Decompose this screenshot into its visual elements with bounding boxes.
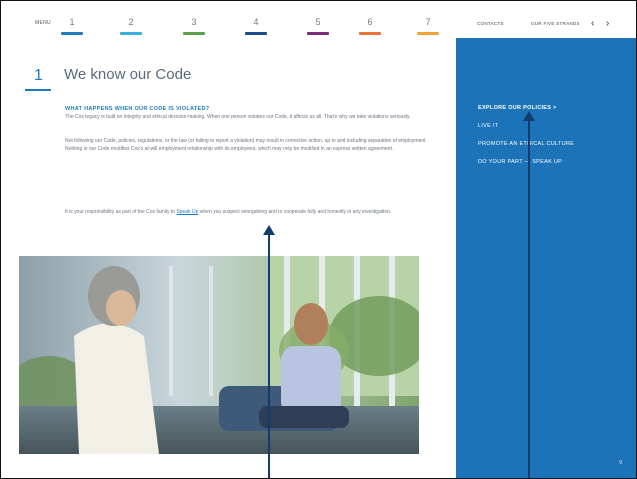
arrow-head-up-icon — [263, 225, 275, 235]
chapter-tab-2[interactable]: 2 — [120, 17, 142, 27]
chevron-right-icon[interactable]: › — [606, 18, 609, 29]
chapter-tab-5-bar — [307, 32, 329, 35]
chapter-tab-7[interactable]: 7 — [417, 17, 439, 27]
chapter-underline — [25, 89, 51, 91]
speak-up-panel-link[interactable]: DO YOUR PART — SPEAK UP — [478, 159, 562, 165]
paragraph-3-text-before: It is your responsibility as part of the… — [65, 209, 177, 215]
chapter-tab-6-bar — [359, 32, 381, 35]
chapter-tab-5[interactable]: 5 — [307, 17, 329, 27]
top-navigation: MENU 1 2 3 4 5 6 7 CONTACTS OUR FIVE STR… — [19, 15, 619, 39]
paragraph-1: The Cox legacy is built on integrity and… — [65, 114, 411, 120]
chapter-tab-1-bar — [61, 32, 83, 35]
chapter-tab-1[interactable]: 1 — [61, 17, 83, 27]
related-links-panel: EXPLORE OUR POLICIES > LIVE IT PROMOTE A… — [456, 38, 636, 478]
paragraph-2: Not following our Code, policies, regula… — [65, 138, 427, 152]
arrow-head-up-icon — [523, 111, 535, 121]
paragraph-3: It is your responsibility as part of the… — [65, 209, 437, 217]
chapter-tab-3[interactable]: 3 — [183, 17, 205, 27]
callout-arrow-speak-up — [268, 233, 270, 478]
chapter-tab-7-bar — [417, 32, 439, 35]
page-number: 9 — [619, 460, 622, 466]
chapter-tab-4[interactable]: 4 — [245, 17, 267, 27]
office-conversation-photo — [19, 256, 419, 454]
callout-arrow-policies — [528, 119, 530, 478]
section-subheading: WHAT HAPPENS WHEN OUR CODE IS VIOLATED? — [65, 106, 210, 112]
document-frame: MENU 1 2 3 4 5 6 7 CONTACTS OUR FIVE STR… — [0, 0, 637, 479]
chapter-tab-4-bar — [245, 32, 267, 35]
speak-up-link[interactable]: Speak Up — [176, 209, 198, 215]
paragraph-3-text-after: when you suspect wrongdoing and to coope… — [198, 209, 392, 215]
strands-link[interactable]: OUR FIVE STRANDS — [531, 21, 580, 26]
chevron-left-icon[interactable]: ‹ — [591, 18, 594, 29]
page-title: We know our Code — [64, 66, 192, 83]
chapter-number: 1 — [34, 67, 43, 84]
chapter-tab-6[interactable]: 6 — [359, 17, 381, 27]
menu-button[interactable]: MENU — [35, 20, 51, 26]
live-it-link[interactable]: LIVE IT — [478, 123, 498, 129]
contacts-link[interactable]: CONTACTS — [477, 21, 504, 26]
explore-policies-link[interactable]: EXPLORE OUR POLICIES > — [478, 105, 557, 111]
ethical-culture-link[interactable]: PROMOTE AN ETHICAL CULTURE — [478, 141, 574, 147]
chapter-tab-3-bar — [183, 32, 205, 35]
chapter-tab-2-bar — [120, 32, 142, 35]
